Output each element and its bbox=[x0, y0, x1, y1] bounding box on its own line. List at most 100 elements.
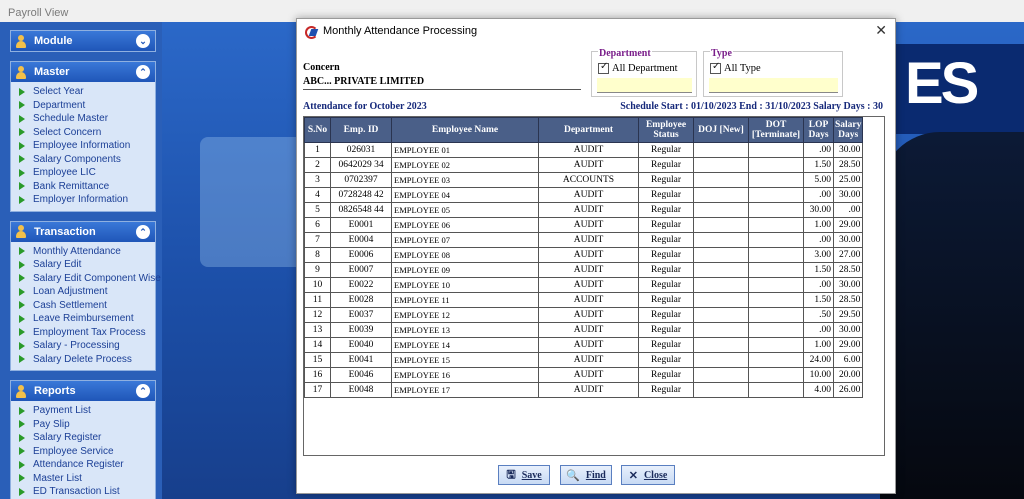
sidebar-menu-item[interactable]: Monthly Attendance bbox=[19, 245, 155, 259]
cell-sno: 17 bbox=[304, 382, 331, 398]
sidebar-menu-item[interactable]: Attendance Register bbox=[19, 458, 155, 472]
sidebar-menu-item[interactable]: Employee Service bbox=[19, 445, 155, 459]
table-row[interactable]: 7 E0004 EMPLOYEE 07 AUDIT Regular .00 30.00 bbox=[304, 232, 864, 248]
table-row[interactable]: 1 026031 EMPLOYEE 01 AUDIT Regular .00 30.00 bbox=[304, 142, 864, 158]
background-panel bbox=[200, 137, 310, 267]
table-row[interactable]: 10 E0022 EMPLOYEE 10 AUDIT Regular .00 30.00 bbox=[304, 277, 864, 293]
sidebar-menu-item[interactable]: Bank Remittance bbox=[19, 180, 155, 194]
cell-lop[interactable]: .00 bbox=[803, 232, 834, 248]
sidebar-menu-item[interactable]: Loan Adjustment bbox=[19, 285, 155, 299]
sidebar-menu-item[interactable]: Salary Edit bbox=[19, 258, 155, 272]
sidebar-menu-item[interactable]: Select Concern bbox=[19, 126, 155, 140]
sidebar-menu-item[interactable]: Payment List bbox=[19, 404, 155, 418]
sidebar-menu-item[interactable]: Select Year bbox=[19, 85, 155, 99]
module-header[interactable]: Module ⌄ bbox=[11, 31, 155, 51]
find-button[interactable]: 🔍 Find bbox=[560, 465, 612, 485]
expand-chevron-icon[interactable]: ⌄ bbox=[136, 34, 150, 48]
table-header-row: S.No Emp. ID Employee Name Department Employ… bbox=[304, 117, 864, 143]
cell-dot bbox=[748, 187, 804, 203]
sidebar-menu-item[interactable]: Salary Edit Component Wise bbox=[19, 272, 161, 286]
table-row[interactable]: 3 0702397 EMPLOYEE 03 ACCOUNTS Regular 5.00 25… bbox=[304, 172, 864, 188]
cell-lop[interactable]: .50 bbox=[803, 307, 834, 323]
cell-status: Regular bbox=[638, 172, 694, 188]
sidebar-menu-item[interactable]: Salary Delete Process bbox=[19, 353, 155, 367]
master-panel: Master ⌃ Select Year Department Schedule M… bbox=[10, 61, 156, 212]
cell-lop[interactable]: 10.00 bbox=[803, 367, 834, 383]
sidebar-menu-item[interactable]: Cash Settlement bbox=[19, 299, 155, 313]
concern-field[interactable]: ABC... PRIVATE LIMITED bbox=[303, 76, 581, 90]
sidebar-menu-item[interactable]: Salary Components bbox=[19, 153, 155, 167]
sidebar-menu-item[interactable]: Schedule Master bbox=[19, 112, 155, 126]
cell-salary_days: .00 bbox=[832, 202, 864, 218]
collapse-chevron-icon[interactable]: ⌃ bbox=[136, 224, 150, 239]
sidebar-menu-item[interactable]: Employment Tax Process bbox=[19, 326, 155, 340]
checkbox-checked-icon[interactable] bbox=[710, 61, 721, 74]
cell-dept: AUDIT bbox=[538, 202, 639, 218]
cell-lop[interactable]: 30.00 bbox=[803, 202, 834, 218]
table-row[interactable]: 4 0728248 42 EMPLOYEE 04 AUDIT Regular .00 30.… bbox=[304, 187, 864, 203]
table-row[interactable]: 9 E0007 EMPLOYEE 09 AUDIT Regular 1.50 28.50 bbox=[304, 262, 864, 278]
cell-status: Regular bbox=[638, 367, 694, 383]
cell-name: EMPLOYEE 02 bbox=[391, 157, 539, 173]
sidebar-menu-item[interactable]: ED Transaction List bbox=[19, 485, 155, 499]
reports-title: Reports bbox=[34, 385, 76, 397]
table-row[interactable]: 12 E0037 EMPLOYEE 12 AUDIT Regular .50 29.50 bbox=[304, 307, 864, 323]
collapse-chevron-icon[interactable]: ⌃ bbox=[136, 65, 150, 79]
sidebar-menu-item[interactable]: Pay Slip bbox=[19, 418, 155, 432]
master-header[interactable]: Master ⌃ bbox=[11, 62, 155, 82]
sidebar-menu-item[interactable]: Master List bbox=[19, 472, 155, 486]
cell-lop[interactable]: 3.00 bbox=[803, 247, 834, 263]
cell-lop[interactable]: 1.50 bbox=[803, 157, 834, 173]
table-row[interactable]: 14 E0040 EMPLOYEE 14 AUDIT Regular 1.00 29.00 bbox=[304, 337, 864, 353]
collapse-chevron-icon[interactable]: ⌃ bbox=[136, 384, 150, 398]
table-row[interactable]: 16 E0046 EMPLOYEE 16 AUDIT Regular 10.00 20.00 bbox=[304, 367, 864, 383]
cell-lop[interactable]: 24.00 bbox=[803, 352, 834, 368]
sidebar-menu-item[interactable]: Leave Reimbursement bbox=[19, 312, 155, 326]
sidebar-menu-item[interactable]: Employer Information bbox=[19, 193, 155, 207]
cell-lop[interactable]: .00 bbox=[803, 322, 834, 338]
sidebar-menu-item[interactable]: Employee LIC bbox=[19, 166, 155, 180]
cell-sno: 11 bbox=[304, 292, 331, 308]
cell-dept: AUDIT bbox=[538, 292, 639, 308]
type-select[interactable] bbox=[709, 78, 838, 93]
transaction-panel: Transaction ⌃ Monthly Attendance Salary E… bbox=[10, 220, 161, 371]
cell-lop[interactable]: 1.00 bbox=[803, 217, 834, 233]
table-row[interactable]: 6 E0001 EMPLOYEE 06 AUDIT Regular 1.00 29.00 bbox=[304, 217, 864, 233]
cell-salary_days: 28.50 bbox=[832, 157, 864, 173]
table-row[interactable]: 8 E0006 EMPLOYEE 08 AUDIT Regular 3.00 27.00 bbox=[304, 247, 864, 263]
sidebar-menu-item[interactable]: Salary Register bbox=[19, 431, 155, 445]
cell-lop[interactable]: 1.00 bbox=[803, 337, 834, 353]
table-row[interactable]: 13 E0039 EMPLOYEE 13 AUDIT Regular .00 30.00 bbox=[304, 322, 864, 338]
table-row[interactable]: 17 E0048 EMPLOYEE 17 AUDIT Regular 4.00 26.00 bbox=[304, 382, 864, 398]
checkbox-checked-icon[interactable] bbox=[598, 61, 609, 74]
cell-lop[interactable]: 5.00 bbox=[803, 172, 834, 188]
all-department-checkbox[interactable]: All Department bbox=[598, 61, 678, 74]
cell-dept: AUDIT bbox=[538, 247, 639, 263]
close-button[interactable]: ✕ Close bbox=[621, 465, 675, 485]
table-row[interactable]: 15 E0041 EMPLOYEE 15 AUDIT Regular 24.00 6.00 bbox=[304, 352, 864, 368]
sidebar-menu-item[interactable]: Salary - Processing bbox=[19, 339, 155, 353]
sidebar-menu-item[interactable]: Department bbox=[19, 99, 155, 113]
cell-salary_days: 30.00 bbox=[832, 322, 864, 338]
cell-lop[interactable]: 4.00 bbox=[803, 382, 834, 398]
attendance-grid[interactable]: S.No Emp. ID Employee Name Department Employ… bbox=[303, 116, 885, 456]
table-row[interactable]: 2 0642029 34 EMPLOYEE 02 AUDIT Regular 1.50 28… bbox=[304, 157, 864, 173]
cell-lop[interactable]: 1.50 bbox=[803, 262, 834, 278]
cell-lop[interactable]: .00 bbox=[803, 187, 834, 203]
transaction-header[interactable]: Transaction ⌃ bbox=[11, 221, 155, 242]
cell-lop[interactable]: 1.50 bbox=[803, 292, 834, 308]
department-select[interactable] bbox=[597, 78, 692, 93]
all-type-checkbox[interactable]: All Type bbox=[710, 61, 761, 74]
cell-salary_days: 30.00 bbox=[832, 277, 864, 293]
close-icon[interactable]: ✕ bbox=[875, 22, 887, 39]
arrow-right-icon bbox=[19, 314, 25, 323]
module-title: Module bbox=[34, 35, 73, 47]
cell-dept: AUDIT bbox=[538, 142, 639, 158]
sidebar-menu-item[interactable]: Employee Information bbox=[19, 139, 155, 153]
table-row[interactable]: 11 E0028 EMPLOYEE 11 AUDIT Regular 1.50 28.50 bbox=[304, 292, 864, 308]
cell-lop[interactable]: .00 bbox=[803, 142, 834, 158]
cell-lop[interactable]: .00 bbox=[803, 277, 834, 293]
save-button[interactable]: 🖫 Save bbox=[498, 465, 550, 485]
table-row[interactable]: 5 0826548 44 EMPLOYEE 05 AUDIT Regular 30.00.… bbox=[304, 202, 864, 218]
reports-header[interactable]: Reports ⌃ bbox=[11, 381, 155, 401]
